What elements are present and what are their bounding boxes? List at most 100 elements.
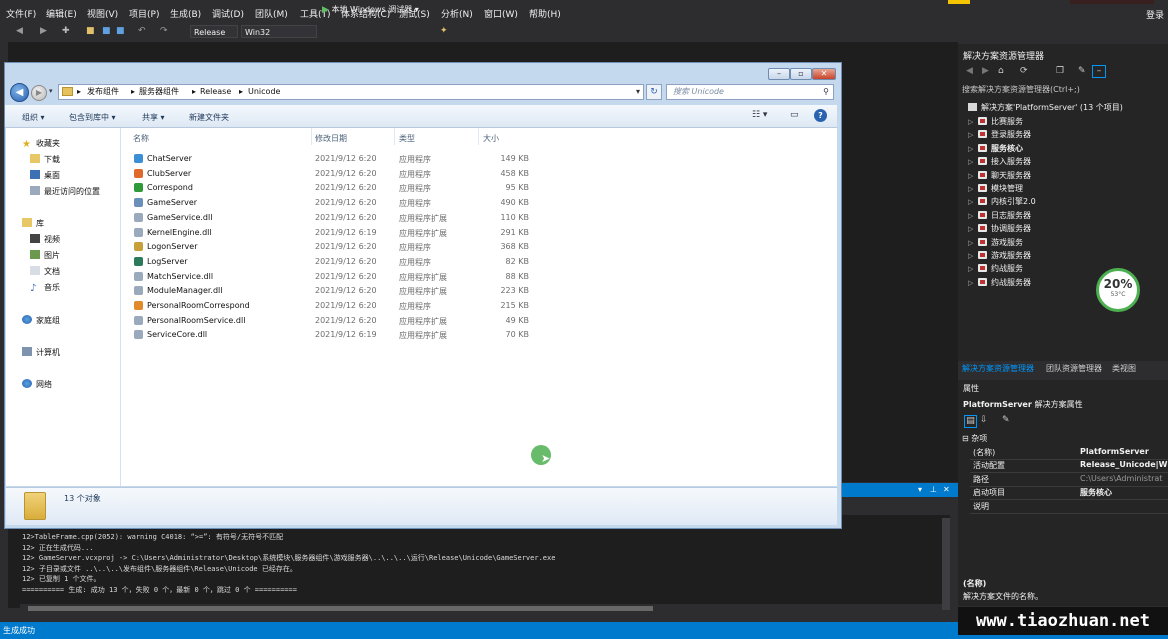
- tab-solution-explorer[interactable]: 解决方案资源管理器: [962, 363, 1034, 374]
- project-node[interactable]: ▷ 日志服务器: [968, 210, 1158, 222]
- close-icon[interactable]: ✕: [943, 485, 950, 494]
- file-row[interactable]: Correspond 2021/9/12 6:20 应用程序 95 KB: [130, 181, 550, 195]
- project-node[interactable]: ▷ 游戏服务器: [968, 250, 1158, 262]
- file-row[interactable]: ModuleManager.dll 2021/9/12 6:20 应用程序扩展 223…: [130, 284, 550, 298]
- file-row[interactable]: ServiceCore.dll 2021/9/12 6:19 应用程序扩展 70 KB: [130, 328, 550, 342]
- expand-arrow-icon[interactable]: ▷: [968, 239, 978, 247]
- expand-arrow-icon[interactable]: ▷: [968, 225, 978, 233]
- project-node[interactable]: ▷ 协调服务器: [968, 223, 1158, 235]
- undo-icon[interactable]: ↶: [138, 27, 147, 36]
- login-link[interactable]: 登录: [1146, 8, 1164, 21]
- breadcrumb-item[interactable]: Release: [200, 85, 231, 99]
- nav-pictures[interactable]: 图片: [30, 250, 60, 261]
- file-row[interactable]: MatchService.dll 2021/9/12 6:20 应用程序扩展 88 K…: [130, 270, 550, 284]
- project-node[interactable]: ▷ 模块管理: [968, 183, 1158, 195]
- column-separator[interactable]: [394, 128, 395, 145]
- file-row[interactable]: ClubServer 2021/9/12 6:20 应用程序 458 KB: [130, 167, 550, 181]
- maximize-button[interactable]: ▫: [790, 68, 812, 80]
- property-row[interactable]: 活动配置 Release_Unicode|Win: [970, 459, 1168, 474]
- expand-arrow-icon[interactable]: ▷: [968, 131, 978, 139]
- column-header-size[interactable]: 大小: [483, 133, 499, 144]
- minimize-button[interactable]: –: [768, 68, 790, 80]
- breadcrumb-item[interactable]: 发布组件: [87, 85, 119, 99]
- property-row[interactable]: (名称) PlatformServer: [970, 446, 1168, 460]
- save-all-icon[interactable]: ■: [116, 27, 125, 36]
- preview-pane-icon[interactable]: ▭: [790, 110, 799, 120]
- open-folder-icon[interactable]: ■: [86, 27, 95, 36]
- expand-arrow-icon[interactable]: ▷: [968, 145, 978, 153]
- back-button[interactable]: ◀: [10, 83, 29, 102]
- address-bar[interactable]: ▸ 发布组件 ▸ 服务器组件 ▸ Release ▸ Unicode ▾: [58, 84, 644, 100]
- property-row[interactable]: 路径 C:\Users\Administrat: [970, 473, 1168, 487]
- expand-arrow-icon[interactable]: ▷: [968, 172, 978, 180]
- menu-item[interactable]: 调试(D): [212, 7, 244, 20]
- new-project-icon[interactable]: ✚: [62, 27, 71, 36]
- expand-arrow-icon[interactable]: ▷: [968, 212, 978, 220]
- menu-item[interactable]: 团队(M): [255, 7, 288, 20]
- menu-item[interactable]: 帮助(H): [529, 7, 561, 20]
- output-vertical-scrollbar[interactable]: [942, 518, 950, 610]
- categorized-icon[interactable]: ▤: [964, 415, 977, 428]
- expand-arrow-icon[interactable]: ▷: [968, 279, 978, 287]
- file-row[interactable]: LogonServer 2021/9/12 6:20 应用程序 368 KB: [130, 240, 550, 254]
- redo-icon[interactable]: ↷: [160, 27, 169, 36]
- column-header-type[interactable]: 类型: [399, 133, 415, 144]
- project-node[interactable]: ▷ 游戏服务: [968, 237, 1158, 249]
- attach-icon[interactable]: ✦: [440, 27, 449, 36]
- back-icon[interactable]: ◀: [16, 27, 25, 36]
- forward-button[interactable]: ▶: [31, 85, 47, 101]
- solution-root-node[interactable]: 解决方案'PlatformServer' (13 个项目): [968, 102, 1168, 114]
- copy-icon[interactable]: ❐: [1056, 66, 1064, 76]
- nav-music[interactable]: ♪ 音乐: [30, 282, 60, 294]
- new-folder-button[interactable]: 新建文件夹: [189, 112, 229, 123]
- forward-icon[interactable]: ▶: [40, 27, 49, 36]
- nav-documents[interactable]: 文档: [30, 266, 60, 277]
- file-row[interactable]: LogServer 2021/9/12 6:20 应用程序 82 KB: [130, 255, 550, 269]
- collapse-icon[interactable]: –: [1092, 65, 1106, 78]
- output-scroll-thumb[interactable]: [28, 606, 653, 611]
- history-icon[interactable]: ⟳: [1020, 66, 1028, 76]
- project-node[interactable]: ▷ 接入服务器: [968, 156, 1158, 168]
- file-row[interactable]: PersonalRoomCorrespond 2021/9/12 6:20 应用程序…: [130, 299, 550, 313]
- property-row[interactable]: 启动项目 服务核心: [970, 486, 1168, 501]
- close-window-button[interactable]: ✕: [812, 68, 836, 80]
- explorer-search-input[interactable]: 搜索 Unicode ⚲: [666, 84, 834, 100]
- nav-homegroup[interactable]: 家庭组: [22, 315, 60, 326]
- project-node[interactable]: ▷ 服务核心: [968, 143, 1158, 155]
- tab-team-explorer[interactable]: 团队资源管理器: [1046, 363, 1102, 374]
- nav-computer[interactable]: 计算机: [22, 347, 60, 358]
- property-category[interactable]: ⊟ 杂项: [962, 433, 987, 444]
- expand-arrow-icon[interactable]: ▷: [968, 265, 978, 273]
- nav-videos[interactable]: 视频: [30, 234, 60, 245]
- nav-network[interactable]: 网络: [22, 379, 52, 390]
- dropdown-icon[interactable]: ▾: [918, 485, 922, 494]
- solution-search-input[interactable]: 搜索解决方案资源管理器(Ctrl+;): [962, 84, 1168, 98]
- start-debug-button[interactable]: ▶ 本地 Windows 调试器 ▾: [322, 4, 419, 15]
- refresh-button[interactable]: ↻: [646, 84, 662, 100]
- share-button[interactable]: 共享 ▾: [142, 112, 165, 123]
- platform-select[interactable]: Win32: [241, 25, 317, 38]
- config-select[interactable]: Release: [190, 25, 238, 38]
- file-row[interactable]: GameService.dll 2021/9/12 6:20 应用程序扩展 110 K…: [130, 211, 550, 225]
- expand-arrow-icon[interactable]: ▷: [968, 118, 978, 126]
- menu-item[interactable]: 项目(P): [129, 7, 159, 20]
- forward-icon[interactable]: ▶: [982, 66, 989, 76]
- nav-recent[interactable]: 最近访问的位置: [30, 186, 100, 197]
- nav-libraries[interactable]: 库: [22, 218, 44, 229]
- expand-arrow-icon[interactable]: ▷: [968, 198, 978, 206]
- tab-class-view[interactable]: 类视图: [1112, 363, 1136, 374]
- organize-button[interactable]: 组织 ▾: [22, 112, 45, 123]
- nav-favorites[interactable]: ★ 收藏夹: [22, 138, 60, 150]
- column-header-date[interactable]: 修改日期: [315, 133, 347, 144]
- file-row[interactable]: KernelEngine.dll 2021/9/12 6:19 应用程序扩展 291 …: [130, 226, 550, 240]
- expand-arrow-icon[interactable]: ▷: [968, 185, 978, 193]
- wrench-icon[interactable]: ✎: [1078, 66, 1086, 76]
- chevron-down-icon[interactable]: ▾: [636, 85, 640, 99]
- file-row[interactable]: GameServer 2021/9/12 6:20 应用程序 490 KB: [130, 196, 550, 210]
- help-icon[interactable]: ?: [814, 109, 827, 122]
- project-node[interactable]: ▷ 内核引擎2.0: [968, 196, 1158, 208]
- back-icon[interactable]: ◀: [966, 66, 973, 76]
- home-icon[interactable]: ⌂: [998, 66, 1004, 76]
- save-icon[interactable]: ■: [102, 27, 111, 36]
- file-row[interactable]: PersonalRoomService.dll 2021/9/12 6:20 应用程…: [130, 314, 550, 328]
